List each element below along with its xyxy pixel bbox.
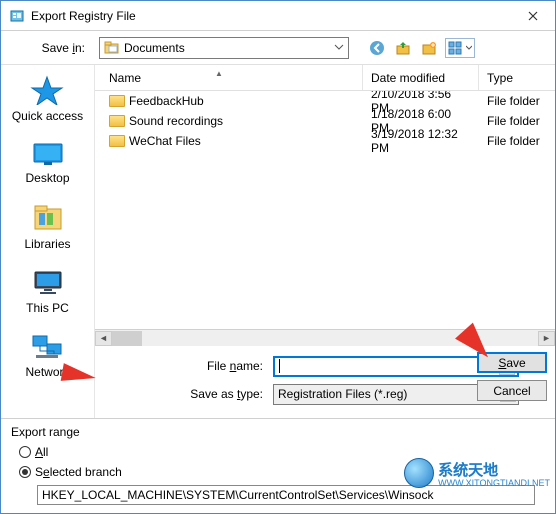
save-as-type-label: Save as type: xyxy=(103,387,273,401)
places-bar: Quick access Desktop Libraries This PC N… xyxy=(1,65,95,418)
folder-icon xyxy=(109,135,125,147)
cancel-button[interactable]: Cancel xyxy=(477,380,547,401)
places-network[interactable]: Network xyxy=(25,333,69,379)
file-row[interactable]: WeChat Files 3/19/2018 12:32 PM File fol… xyxy=(95,131,555,151)
save-button[interactable]: Save xyxy=(477,352,547,373)
file-list[interactable]: FeedbackHub 2/10/2018 3:56 PM File folde… xyxy=(95,91,555,329)
radio-icon xyxy=(19,466,31,478)
file-list-pane: Name▲ Date modified Type FeedbackHub 2/1… xyxy=(95,65,555,418)
text-caret xyxy=(279,359,280,373)
close-button[interactable] xyxy=(510,2,555,30)
places-this-pc[interactable]: This PC xyxy=(26,269,69,315)
folder-up-icon xyxy=(395,40,411,56)
location-dropdown[interactable]: Documents xyxy=(99,37,349,59)
close-icon xyxy=(528,11,538,21)
file-row[interactable]: Sound recordings 1/18/2018 6:00 PM File … xyxy=(95,111,555,131)
scroll-thumb[interactable] xyxy=(112,331,142,346)
up-one-level-button[interactable] xyxy=(393,38,413,58)
back-button[interactable] xyxy=(367,38,387,58)
regedit-icon xyxy=(9,8,25,24)
export-range-label: Export range xyxy=(11,425,547,439)
network-icon xyxy=(30,333,64,361)
views-button[interactable] xyxy=(445,38,475,58)
folder-icon xyxy=(109,115,125,127)
export-registry-dialog: Export Registry File Save in: Documents … xyxy=(0,0,556,514)
libraries-icon xyxy=(31,203,65,233)
views-icon xyxy=(448,41,462,55)
scroll-right-button[interactable]: ► xyxy=(538,331,555,346)
sort-ascending-icon: ▲ xyxy=(215,69,223,78)
places-libraries[interactable]: Libraries xyxy=(24,203,70,251)
filename-region: File name: Save as type: Registration Fi… xyxy=(95,346,555,418)
this-pc-icon xyxy=(31,269,65,297)
branch-path-input[interactable]: HKEY_LOCAL_MACHINE\SYSTEM\CurrentControl… xyxy=(37,485,535,505)
window-title: Export Registry File xyxy=(31,9,136,23)
horizontal-scrollbar[interactable]: ◄ ► xyxy=(95,329,555,346)
back-arrow-icon xyxy=(369,40,385,56)
file-row[interactable]: FeedbackHub 2/10/2018 3:56 PM File folde… xyxy=(95,91,555,111)
column-type[interactable]: Type xyxy=(479,65,555,90)
chevron-down-icon xyxy=(466,41,472,55)
save-in-label: Save in: xyxy=(9,41,93,55)
globe-icon xyxy=(404,458,434,488)
scroll-left-button[interactable]: ◄ xyxy=(95,331,112,346)
column-name[interactable]: Name▲ xyxy=(95,65,363,90)
new-folder-icon xyxy=(421,40,437,56)
new-folder-button[interactable] xyxy=(419,38,439,58)
watermark: 系统天地 WWW.XITONGTIANDI.NET xyxy=(404,458,550,488)
file-name-label: File name: xyxy=(103,359,273,373)
places-quick-access[interactable]: Quick access xyxy=(12,75,83,123)
column-headers: Name▲ Date modified Type xyxy=(95,65,555,91)
folder-icon xyxy=(109,95,125,107)
places-desktop[interactable]: Desktop xyxy=(25,141,69,185)
radio-icon xyxy=(19,446,31,458)
desktop-icon xyxy=(31,141,65,167)
quick-access-icon xyxy=(30,75,64,105)
documents-folder-icon xyxy=(104,41,120,55)
titlebar: Export Registry File xyxy=(1,1,555,31)
location-toolbar: Save in: Documents xyxy=(1,31,555,65)
chevron-down-icon xyxy=(334,42,344,52)
location-name: Documents xyxy=(124,41,185,55)
column-date-modified[interactable]: Date modified xyxy=(363,65,479,90)
scroll-track[interactable] xyxy=(112,331,538,346)
